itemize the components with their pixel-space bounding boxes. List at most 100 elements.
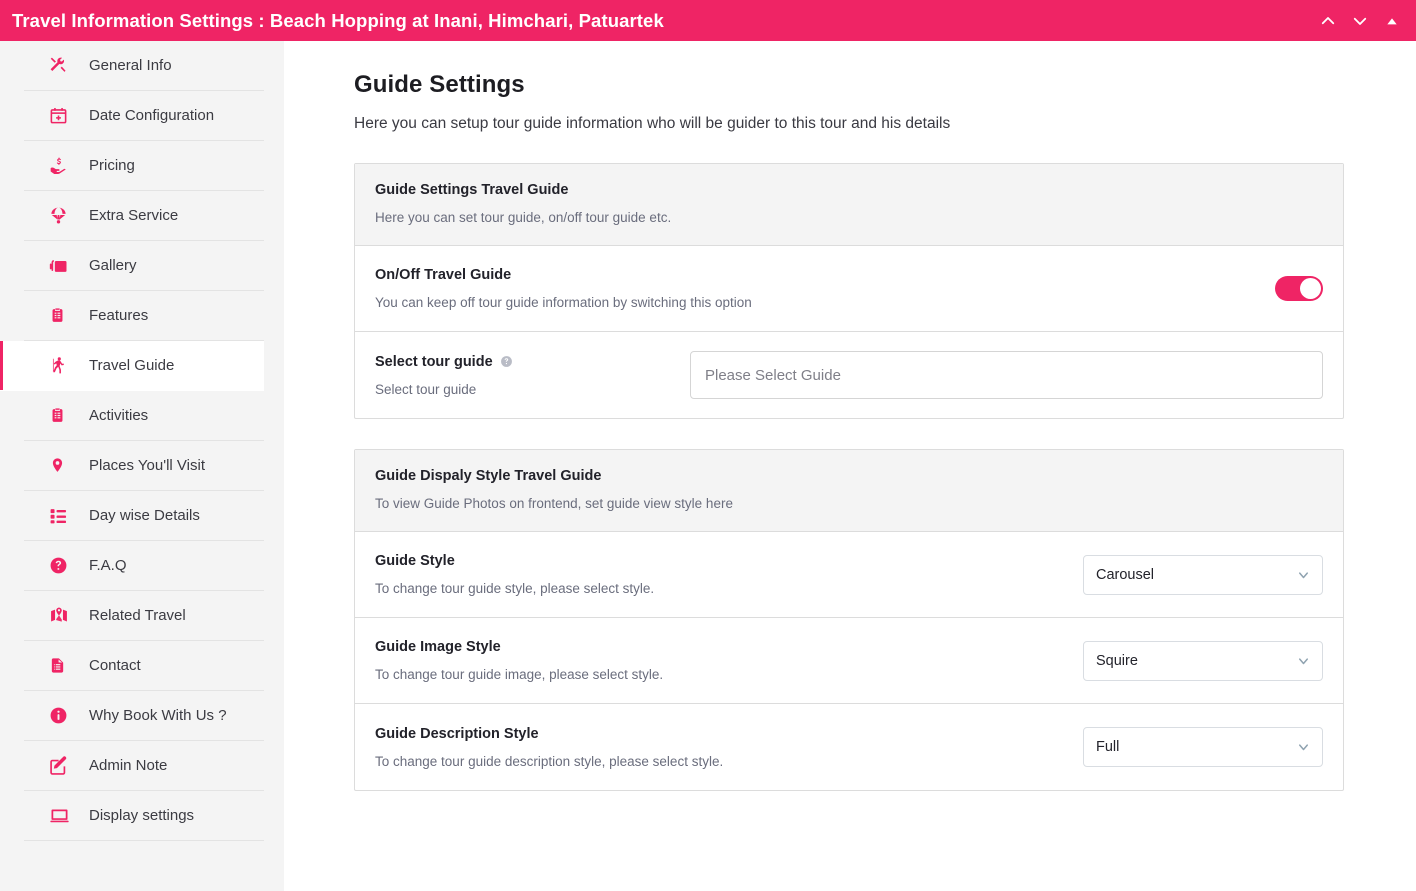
- row-title: Guide Description Style: [375, 726, 723, 742]
- sidebar-item-contact[interactable]: Contact: [24, 641, 264, 691]
- edit-square-icon: [49, 755, 75, 776]
- sidebar-item-pricing[interactable]: Pricing: [24, 141, 264, 191]
- sidebar-item-label: Why Book With Us ?: [89, 707, 227, 724]
- travel-guide-toggle[interactable]: [1275, 276, 1323, 301]
- sidebar-item-display-settings[interactable]: Display settings: [24, 791, 264, 841]
- page-title: Guide Settings: [354, 71, 525, 98]
- sidebar-item-activities[interactable]: Activities: [24, 391, 264, 441]
- sidebar-item-label: Day wise Details: [89, 507, 200, 524]
- sidebar-item-label: Contact: [89, 657, 141, 674]
- chevron-down-button[interactable]: [1344, 5, 1376, 37]
- sidebar-item-features[interactable]: Features: [24, 291, 264, 341]
- row-on-off-travel-guide: On/Off Travel Guide You can keep off tou…: [355, 246, 1343, 332]
- document-icon: [49, 656, 75, 675]
- card-subtitle: To view Guide Photos on frontend, set gu…: [375, 496, 733, 511]
- info-circle-icon: [49, 706, 75, 725]
- row-guide-image-style: Guide Image Style To change tour guide i…: [355, 618, 1343, 704]
- sidebar-item-admin-note[interactable]: Admin Note: [24, 741, 264, 791]
- hand-money-icon: [49, 156, 75, 176]
- guide-style-select-value: Carousel: [1096, 566, 1155, 583]
- sidebar-item-label: Places You'll Visit: [89, 457, 205, 474]
- clipboard-icon: [49, 406, 75, 425]
- hiker-icon: [49, 356, 75, 375]
- row-text: On/Off Travel Guide You can keep off tou…: [375, 267, 752, 310]
- row-title: Select tour guide: [375, 354, 513, 370]
- guide-image-style-select[interactable]: Squire: [1083, 640, 1323, 681]
- card-title: Guide Settings Travel Guide: [375, 182, 569, 198]
- guide-display-style-card: Guide Dispaly Style Travel Guide To view…: [354, 449, 1344, 791]
- row-text: Guide Image Style To change tour guide i…: [375, 639, 663, 682]
- row-title-text: On/Off Travel Guide: [375, 267, 512, 283]
- sidebar-item-label: F.A.Q: [89, 557, 127, 574]
- window-title-bar: Travel Information Settings : Beach Hopp…: [0, 0, 1416, 41]
- page-body: General Info Date Configuration Pricing …: [0, 41, 1416, 891]
- row-title-text: Guide Style: [375, 553, 455, 569]
- clipboard-icon: [49, 306, 75, 325]
- sidebar-item-date-configuration[interactable]: Date Configuration: [24, 91, 264, 141]
- row-description: To change tour guide style, please selec…: [375, 581, 655, 596]
- sidebar-item-places-youll-visit[interactable]: Places You'll Visit: [24, 441, 264, 491]
- sidebar-item-label: Travel Guide: [89, 357, 175, 374]
- guide-description-style-select[interactable]: Full: [1083, 727, 1323, 767]
- chevron-up-button[interactable]: [1312, 5, 1344, 37]
- guide-image-style-select-value: Squire: [1096, 652, 1138, 669]
- row-title: Guide Style: [375, 553, 654, 569]
- question-circle-icon: [49, 556, 75, 575]
- row-guide-description-style: Guide Description Style To change tour g…: [355, 704, 1343, 790]
- sidebar-item-extra-service[interactable]: Extra Service: [24, 191, 264, 241]
- tools-icon: [49, 56, 75, 75]
- chevron-down-icon: [1353, 17, 1367, 25]
- sidebar-item-label: Gallery: [89, 257, 137, 274]
- card-header: Guide Dispaly Style Travel Guide To view…: [355, 450, 1343, 532]
- row-guide-style: Guide Style To change tour guide style, …: [355, 532, 1343, 618]
- sidebar-item-label: Admin Note: [89, 757, 168, 774]
- sidebar-item-general-info[interactable]: General Info: [24, 41, 264, 91]
- guide-image-style-select-wrap: Squire: [1083, 640, 1323, 681]
- window-controls: [1312, 5, 1416, 37]
- monitor-icon: [49, 806, 75, 825]
- page-subtitle: Here you can setup tour guide informatio…: [354, 115, 951, 132]
- sidebar-item-label: Extra Service: [89, 207, 179, 224]
- calendar-plus-icon: [49, 106, 75, 125]
- sidebar-item-label: Pricing: [89, 157, 135, 174]
- sidebar-item-label: Related Travel: [89, 607, 186, 624]
- row-text: Guide Description Style To change tour g…: [375, 726, 723, 769]
- chevron-up-icon: [1321, 16, 1335, 24]
- sidebar-item-label: Display settings: [89, 807, 195, 824]
- guide-description-style-select-wrap: Full: [1083, 727, 1323, 767]
- toggle-knob: [1300, 278, 1321, 299]
- sidebar-item-faq[interactable]: F.A.Q: [24, 541, 264, 591]
- row-title-text: Guide Description Style: [375, 725, 539, 742]
- sidebar-item-related-travel[interactable]: Related Travel: [24, 591, 264, 641]
- sidebar-item-label: Activities: [89, 407, 149, 424]
- row-description: You can keep off tour guide information …: [375, 295, 752, 310]
- sidebar-nav-list: General Info Date Configuration Pricing …: [0, 41, 284, 841]
- guide-description-style-select-value: Full: [1096, 739, 1120, 755]
- scroll-to-top-button[interactable]: [1376, 5, 1408, 37]
- images-icon: [49, 256, 75, 276]
- sidebar-item-label: Features: [89, 307, 149, 324]
- row-select-tour-guide: Select tour guide Select tour guide: [355, 332, 1343, 418]
- window-title: Travel Information Settings : Beach Hopp…: [12, 9, 664, 31]
- parachute-icon: [49, 206, 75, 225]
- card-header: Guide Settings Travel Guide Here you can…: [355, 164, 1343, 246]
- main-content: Guide Settings Here you can setup tour g…: [284, 41, 1416, 891]
- row-text: Select tour guide Select tour guide: [375, 354, 513, 397]
- card-title: Guide Dispaly Style Travel Guide: [375, 468, 602, 484]
- row-title: Guide Image Style: [375, 639, 663, 655]
- row-description: Select tour guide: [375, 381, 477, 397]
- help-circle-icon[interactable]: [500, 355, 513, 368]
- list-icon: [49, 506, 75, 525]
- sidebar-item-travel-guide[interactable]: Travel Guide: [0, 341, 264, 391]
- row-title: On/Off Travel Guide: [375, 267, 752, 283]
- sidebar-item-day-wise-details[interactable]: Day wise Details: [24, 491, 264, 541]
- select-tour-guide-input[interactable]: [690, 351, 1323, 399]
- guide-settings-card: Guide Settings Travel Guide Here you can…: [354, 163, 1344, 419]
- sidebar-item-gallery[interactable]: Gallery: [24, 241, 264, 291]
- guide-style-select[interactable]: Carousel: [1083, 554, 1323, 595]
- guide-style-select-wrap: Carousel: [1083, 554, 1323, 595]
- sidebar: General Info Date Configuration Pricing …: [0, 41, 284, 891]
- row-title-text: Select tour guide: [375, 353, 493, 370]
- triangle-up-icon: [1387, 17, 1397, 24]
- sidebar-item-why-book-with-us[interactable]: Why Book With Us ?: [24, 691, 264, 741]
